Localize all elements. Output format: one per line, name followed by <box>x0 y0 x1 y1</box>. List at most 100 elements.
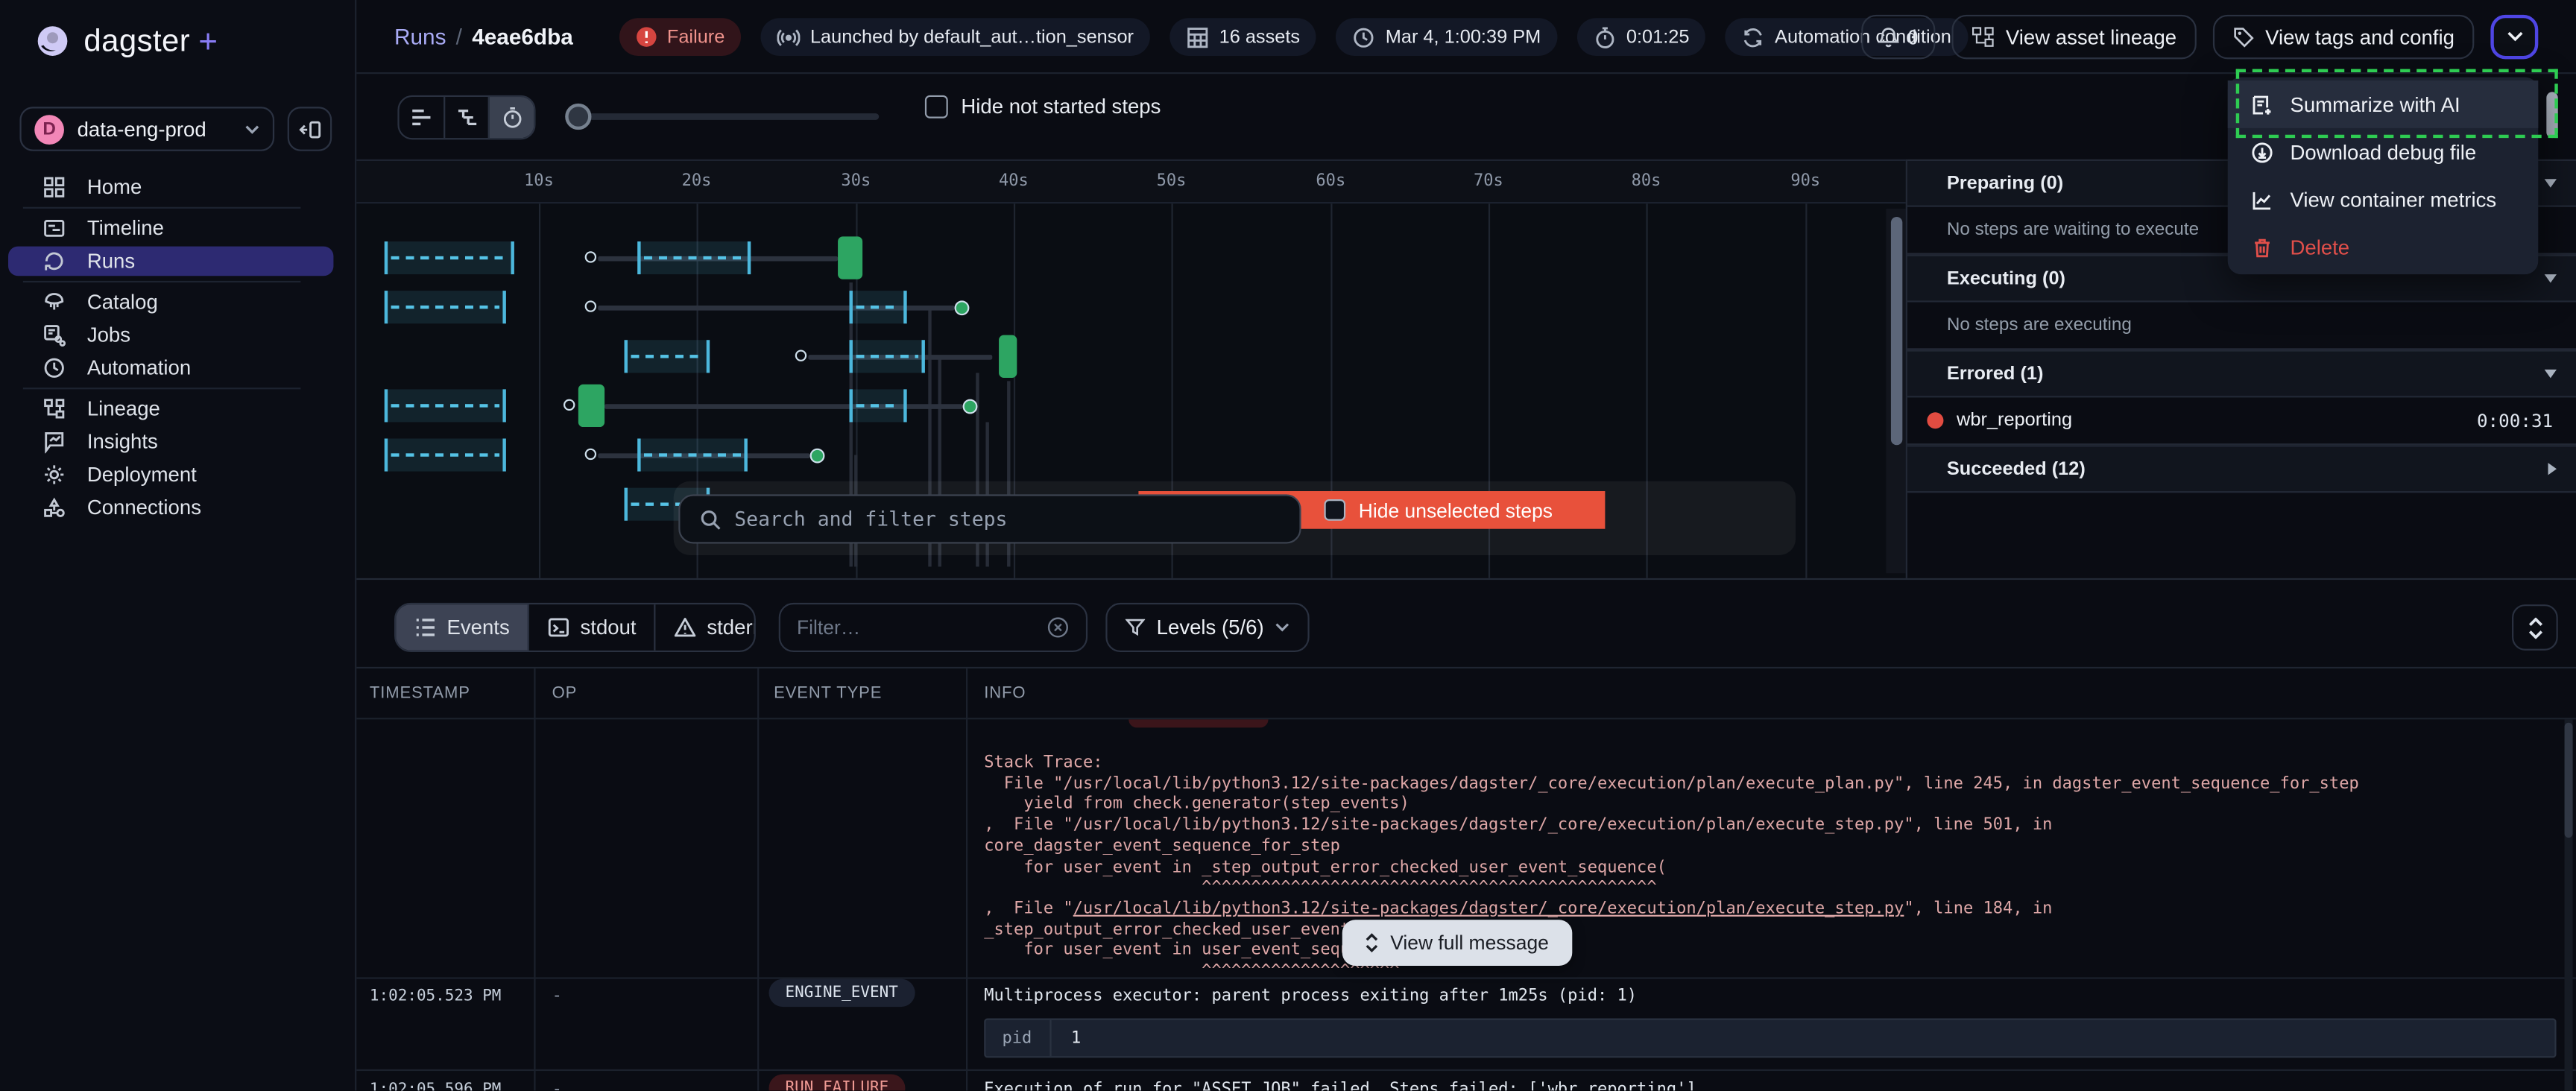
step-marker-dot <box>585 449 596 460</box>
gantt-zoom-slider-knob[interactable] <box>565 104 591 130</box>
breadcrumb-runs-link[interactable]: Runs <box>394 25 446 49</box>
clear-filter-icon[interactable] <box>1046 616 1070 639</box>
sidebar-item-home[interactable]: Home <box>0 171 356 203</box>
run-badge-launched-by-default-aut-[interactable]: Launched by default_aut…tion_sensor <box>761 18 1150 56</box>
sidebar-item-label: Runs <box>87 250 135 273</box>
hide-not-started-checkbox[interactable]: Hide not started steps <box>925 95 1161 118</box>
metadata-key: pid <box>985 1020 1051 1056</box>
chevron-down-icon <box>2543 368 2558 379</box>
menu-item-delete[interactable]: Delete <box>2228 224 2539 271</box>
sensor-icon <box>777 25 801 48</box>
view-asset-lineage-label: View asset lineage <box>2006 25 2176 48</box>
event-type-pill: ENGINE_EVENT <box>769 979 915 1007</box>
waterfall-view-button[interactable] <box>445 97 490 138</box>
events-toolbar: Events stdoutstderr Filter… Levels (5/6) <box>356 578 2576 667</box>
step-bar-selected[interactable] <box>385 438 506 471</box>
flat-view-button[interactable] <box>400 97 445 138</box>
sidebar-item-lineage[interactable]: Lineage <box>0 393 356 426</box>
sidebar-item-label: Insights <box>87 430 158 453</box>
step-bar-selected[interactable] <box>385 291 506 323</box>
tab-stderr[interactable]: stderr <box>656 604 756 651</box>
run-badge-16-assets[interactable]: 16 assets <box>1169 18 1316 56</box>
sidebar-item-deployment[interactable]: Deployment <box>0 458 356 491</box>
tab-events[interactable]: Events <box>396 604 529 651</box>
view-tags-config-label: View tags and config <box>2265 25 2455 48</box>
view-full-message-label: View full message <box>1390 932 1549 955</box>
step-bar-selected[interactable] <box>850 389 907 422</box>
deployment-avatar: D <box>34 114 64 144</box>
log-filter-input[interactable]: Filter… <box>779 603 1087 652</box>
column-header-info: INFO <box>984 668 1026 718</box>
sidebar-item-timeline[interactable]: Timeline <box>0 212 356 244</box>
insights-icon <box>42 430 66 453</box>
run-actions-menu-button[interactable] <box>2490 15 2538 60</box>
topbar-actions: 0 View asset lineage View tags and confi… <box>1861 15 2538 60</box>
status-section-header-errored[interactable]: Errored (1) <box>1907 350 2576 397</box>
status-section-header-succeeded[interactable]: Succeeded (12) <box>1907 445 2576 493</box>
view-asset-lineage-button[interactable]: View asset lineage <box>1951 15 2196 60</box>
axis-tick-label: 40s <box>999 172 1029 190</box>
run-badge-failure[interactable]: Failure <box>619 18 741 56</box>
deployment-selector[interactable]: D data-eng-prod <box>19 107 274 151</box>
step-bar-selected[interactable] <box>385 389 506 422</box>
gantt-zoom-slider[interactable] <box>578 113 879 120</box>
sidebar-item-runs[interactable]: Runs <box>8 247 333 276</box>
badge-label: Launched by default_aut…tion_sensor <box>810 27 1134 46</box>
chevron-right-icon <box>2546 461 2557 476</box>
search-icon <box>700 508 722 530</box>
home-icon <box>42 176 66 199</box>
axis-tick-label: 90s <box>1790 172 1820 190</box>
sidebar-item-automation[interactable]: Automation <box>0 352 356 385</box>
timer-icon <box>1594 25 1617 48</box>
tab-stdout[interactable]: stdout <box>529 604 656 651</box>
step-bar-selected[interactable] <box>637 438 748 471</box>
deployment-name: data-eng-prod <box>78 118 232 141</box>
tab-label: Events <box>447 616 510 639</box>
sidebar-item-label: Catalog <box>87 291 158 314</box>
panel-scrollbar-thumb[interactable] <box>2546 92 2557 138</box>
sort-order-button[interactable] <box>2512 604 2558 651</box>
gantt-chart[interactable]: Hide unselected steps Search and filter … <box>356 203 1905 578</box>
notifications-button[interactable]: 0 <box>1861 15 1935 60</box>
menu-item-summarize-with-ai[interactable]: Summarize with AI <box>2228 80 2539 128</box>
step-bar-succeeded[interactable] <box>578 385 604 427</box>
run-badge-0-01-25[interactable]: 0:01:25 <box>1577 18 1706 56</box>
errored-step-row[interactable]: wbr_reporting 0:00:31 <box>1907 397 2576 445</box>
view-full-message-button[interactable]: View full message <box>1342 920 1573 966</box>
checkbox-icon[interactable] <box>925 95 948 118</box>
sidebar-item-connections[interactable]: Connections <box>0 491 356 524</box>
event-type-pill: RUN_FAILURE <box>769 1074 906 1090</box>
event-log-scrollbar[interactable] <box>2565 719 2573 1090</box>
sidebar-item-catalog[interactable]: Catalog <box>0 286 356 319</box>
step-search-input[interactable]: Search and filter steps <box>678 494 1301 543</box>
duration-view-button[interactable] <box>490 97 534 138</box>
view-tags-config-button[interactable]: View tags and config <box>2213 15 2475 60</box>
error-icon <box>636 26 657 48</box>
connections-icon <box>42 496 66 519</box>
gantt-scrollbar[interactable] <box>1886 209 1905 573</box>
step-bar-selected[interactable] <box>385 241 514 274</box>
sidebar-item-jobs[interactable]: Jobs <box>0 319 356 352</box>
run-id: 4eae6dba <box>472 25 573 49</box>
step-bar-selected[interactable] <box>625 340 710 373</box>
hide-unselected-checkbox[interactable] <box>1324 499 1345 521</box>
breadcrumb: Runs / 4eae6dba <box>394 0 573 74</box>
timeline-icon <box>42 217 66 240</box>
run-badge-mar-4-1-00-39-pm[interactable]: Mar 4, 1:00:39 PM <box>1336 18 1558 56</box>
menu-item-view-container-metrics[interactable]: View container metrics <box>2228 176 2539 224</box>
collapse-sidebar-button[interactable] <box>288 107 332 151</box>
menu-item-download-debug-file[interactable]: Download debug file <box>2228 128 2539 176</box>
sidebar-item-insights[interactable]: Insights <box>0 426 356 458</box>
sidebar-item-label: Home <box>87 176 142 199</box>
step-bar-selected[interactable] <box>850 340 925 373</box>
step-bar-selected[interactable] <box>637 241 751 274</box>
levels-filter-button[interactable]: Levels (5/6) <box>1105 603 1310 652</box>
automation-condition-icon <box>1742 25 1765 48</box>
trash-icon <box>2249 235 2273 259</box>
sidebar-divider <box>0 277 356 285</box>
topbar: Runs / 4eae6dba Failure Launched by defau… <box>356 0 2576 74</box>
step-bar-succeeded[interactable] <box>999 335 1017 378</box>
funnel-icon <box>1126 618 1145 637</box>
step-bar-succeeded[interactable] <box>838 236 862 279</box>
step-bar-selected[interactable] <box>850 291 907 323</box>
